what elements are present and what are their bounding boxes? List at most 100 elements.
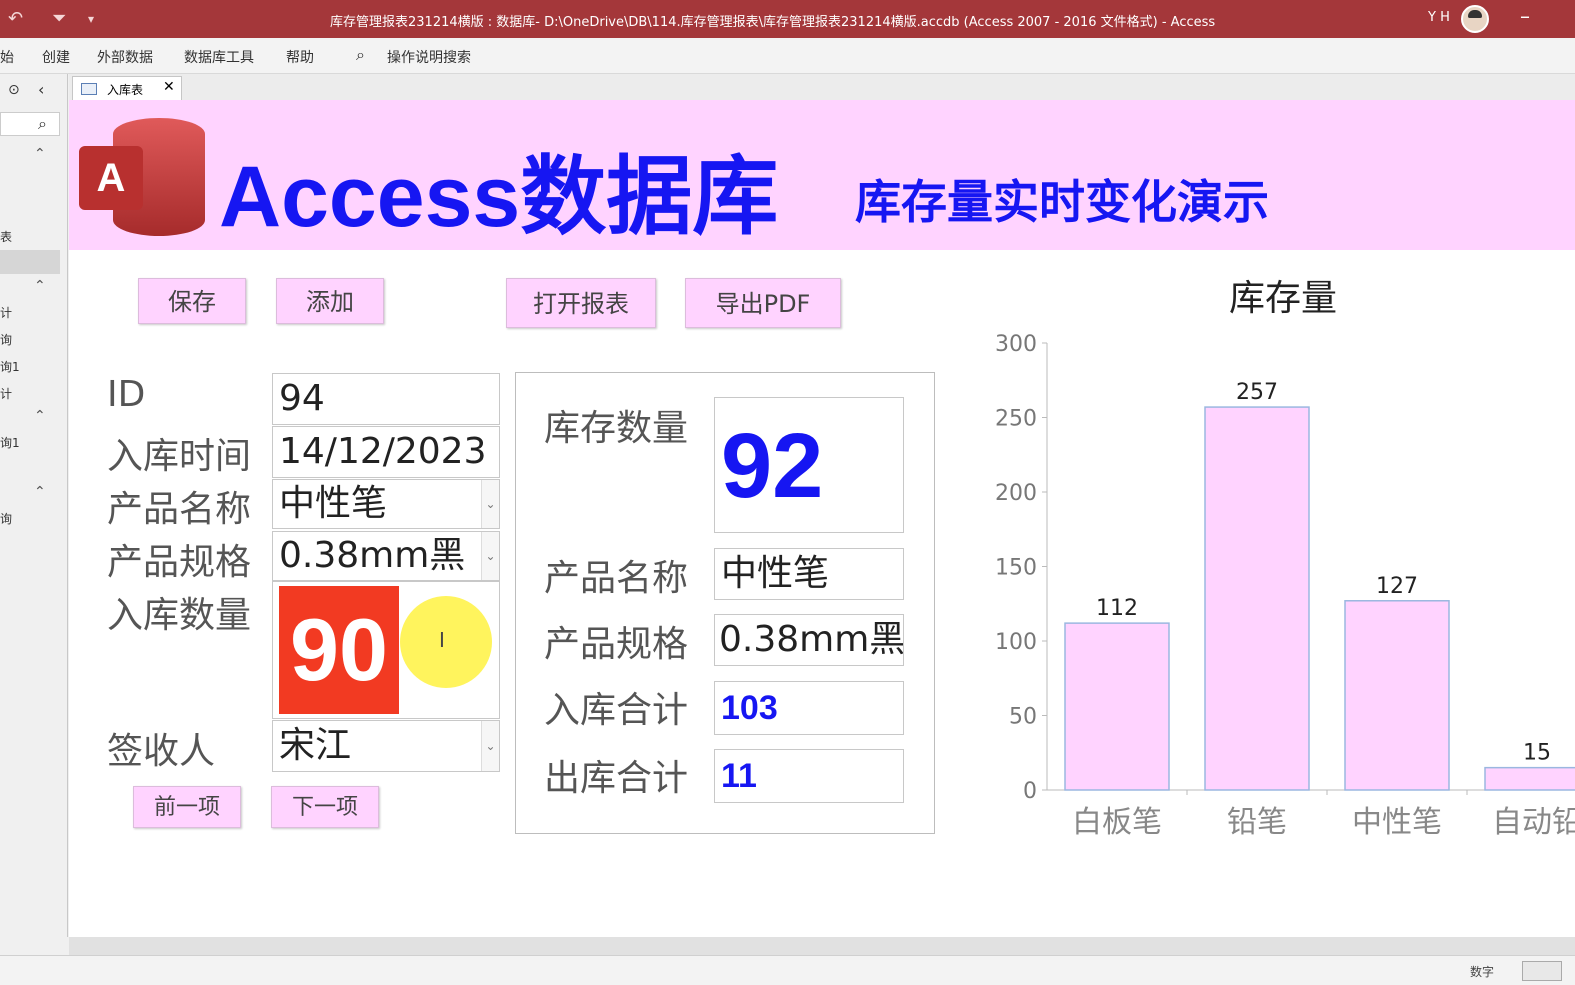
panel-product-spec-label: 产品规格 [544, 624, 689, 665]
cursor-highlight: I [400, 596, 492, 688]
stock-panel: 库存数量 92 产品名称 中性笔 产品规格 0.38mm黑 入库合计 103 出… [515, 372, 935, 834]
undo-icon[interactable]: ↶ [8, 8, 23, 29]
in-qty-label: 入库数量 [107, 595, 252, 636]
bar-中性笔 [1344, 600, 1450, 791]
chevron-down-icon[interactable]: ⌄ [481, 480, 499, 528]
nav-item-selected[interactable] [0, 250, 60, 274]
banner-subtitle: 库存量实时变化演示 [855, 176, 1269, 228]
y-tick-label: 100 [995, 630, 1037, 655]
y-tick-label: 200 [995, 481, 1037, 506]
form-icon [81, 83, 97, 95]
close-icon[interactable]: ✕ [163, 79, 175, 95]
nav-item[interactable]: 计 [0, 304, 12, 321]
in-total-label: 入库合计 [544, 690, 689, 731]
nav-item[interactable]: 询1 [0, 434, 20, 451]
chevron-up-icon[interactable]: ⌃ [34, 484, 46, 500]
horizontal-scrollbar[interactable] [69, 937, 1575, 955]
bar-自动铅 [1484, 766, 1575, 791]
chevron-down-icon[interactable]: ⌄ [481, 721, 499, 771]
id-field[interactable]: 94 [272, 373, 500, 425]
nav-search-icon[interactable]: ⌕ [38, 114, 47, 134]
open-report-button[interactable]: 打开报表 [506, 278, 656, 328]
prev-record-button[interactable]: 前一项 [133, 786, 241, 828]
id-label: ID [107, 374, 146, 415]
save-button[interactable]: 保存 [138, 278, 246, 324]
logo-letter: A [79, 146, 143, 210]
nav-menu-icon[interactable]: ⊙ [8, 82, 20, 98]
chevron-up-icon[interactable]: ⌃ [34, 146, 46, 162]
form-view-icon[interactable] [1522, 961, 1562, 981]
bar-铅笔 [1204, 406, 1310, 791]
product-spec-label: 产品规格 [107, 542, 252, 583]
stock-chart: 库存量 0 50 100 150 200 250 300 112 白板笔 257 铅笔 127 中性笔 15… [969, 270, 1575, 860]
product-spec-combo[interactable]: 0.38mm黑 ⌄ [272, 531, 500, 581]
bar-data-label: 257 [1236, 380, 1278, 405]
in-total-value: 103 [714, 681, 904, 735]
ribbon-menu: 始 创建 外部数据 数据库工具 帮助 ⌕ 操作说明搜索 [0, 38, 1575, 74]
nav-item[interactable]: 询 [0, 331, 12, 348]
form-canvas: A Access数据库 库存量实时变化演示 保存 添加 打开报表 导出PDF I… [69, 100, 1575, 937]
menu-item-create[interactable]: 创建 [42, 47, 70, 67]
out-total-value: 11 [714, 749, 904, 803]
next-record-button[interactable]: 下一项 [271, 786, 379, 828]
chart-title: 库存量 [1229, 278, 1337, 319]
access-logo-icon: A [79, 118, 207, 236]
menu-item-home[interactable]: 始 [0, 47, 14, 67]
search-icon[interactable]: ⌕ [356, 45, 365, 65]
collapse-pane-icon[interactable]: ‹ [38, 80, 44, 99]
in-time-field[interactable]: 14/12/2023 [272, 426, 500, 478]
add-button[interactable]: 添加 [276, 278, 384, 324]
out-total-label: 出库合计 [544, 758, 689, 799]
x-tick-label: 白板笔 [1072, 805, 1162, 840]
num-lock-status: 数字 [1470, 965, 1495, 979]
product-name-combo[interactable]: 中性笔 ⌄ [272, 479, 500, 529]
nav-item[interactable]: 询1 [0, 358, 20, 375]
chevron-up-icon[interactable]: ⌃ [34, 408, 46, 424]
nav-search-input[interactable] [0, 112, 60, 136]
nav-item[interactable]: 表 [0, 228, 12, 245]
user-initials[interactable]: Y H [1428, 10, 1450, 25]
text-cursor-icon: I [439, 628, 445, 652]
panel-product-name-value: 中性笔 [714, 548, 904, 600]
chevron-down-icon[interactable]: ⌄ [481, 532, 499, 580]
tab-in-stock-form[interactable]: 入库表 ✕ [72, 76, 182, 100]
stock-qty-value: 92 [714, 397, 904, 533]
minimize-button[interactable]: – [1520, 4, 1530, 28]
y-tick-label: 0 [1023, 779, 1037, 804]
menu-item-help[interactable]: 帮助 [286, 47, 314, 67]
panel-product-spec-value: 0.38mm黑 [714, 614, 904, 666]
nav-item[interactable]: 计 [0, 385, 12, 402]
avatar[interactable] [1461, 5, 1489, 33]
y-tick-label: 50 [1009, 705, 1037, 730]
stock-bar-chart: 库存量 0 50 100 150 200 250 300 112 白板笔 257 铅笔 127 中性笔 15… [995, 278, 1575, 840]
export-pdf-button[interactable]: 导出PDF [685, 278, 841, 328]
x-tick-label: 中性笔 [1352, 805, 1442, 840]
nav-item[interactable]: 询 [0, 510, 12, 527]
banner-title: Access数据库 [219, 149, 779, 245]
y-tick-label: 250 [995, 407, 1037, 432]
header-banner: A Access数据库 库存量实时变化演示 [69, 100, 1575, 250]
document-tab-strip: 入库表 ✕ [69, 74, 1575, 100]
menu-item-external-data[interactable]: 外部数据 [97, 47, 153, 67]
bar-data-label: 15 [1523, 741, 1551, 766]
customize-toolbar-icon[interactable]: ▾ [88, 12, 94, 26]
product-name-label: 产品名称 [107, 489, 252, 530]
title-bar: ↶ ⏷ ▾ 库存管理报表231214横版 : 数据库- D:\OneDrive\… [0, 0, 1575, 38]
bar-白板笔 [1064, 622, 1170, 791]
bar-data-label: 112 [1096, 596, 1138, 621]
menu-item-database-tools[interactable]: 数据库工具 [184, 47, 254, 67]
navigation-pane: ⊙ ‹ ⌕ ⌃ 表 ⌃ 计 询 询1 计 ⌃ 询1 ⌃ 询 [0, 74, 68, 937]
tab-label: 入库表 [107, 83, 144, 97]
receiver-combo[interactable]: 宋江 ⌄ [272, 720, 500, 772]
product-spec-value: 0.38mm黑 [279, 535, 466, 576]
filter-icon[interactable]: ⏷ [52, 8, 66, 29]
in-qty-field[interactable]: 90 I [272, 581, 500, 719]
chevron-up-icon[interactable]: ⌃ [34, 278, 46, 294]
y-tick-label: 150 [995, 556, 1037, 581]
panel-product-name-label: 产品名称 [544, 558, 689, 599]
tell-me-search[interactable]: 操作说明搜索 [387, 47, 471, 67]
status-bar: 数字 [0, 955, 1575, 985]
in-qty-value: 90 [279, 586, 399, 714]
x-tick-label: 铅笔 [1227, 805, 1287, 840]
receiver-label: 签收人 [107, 731, 216, 772]
